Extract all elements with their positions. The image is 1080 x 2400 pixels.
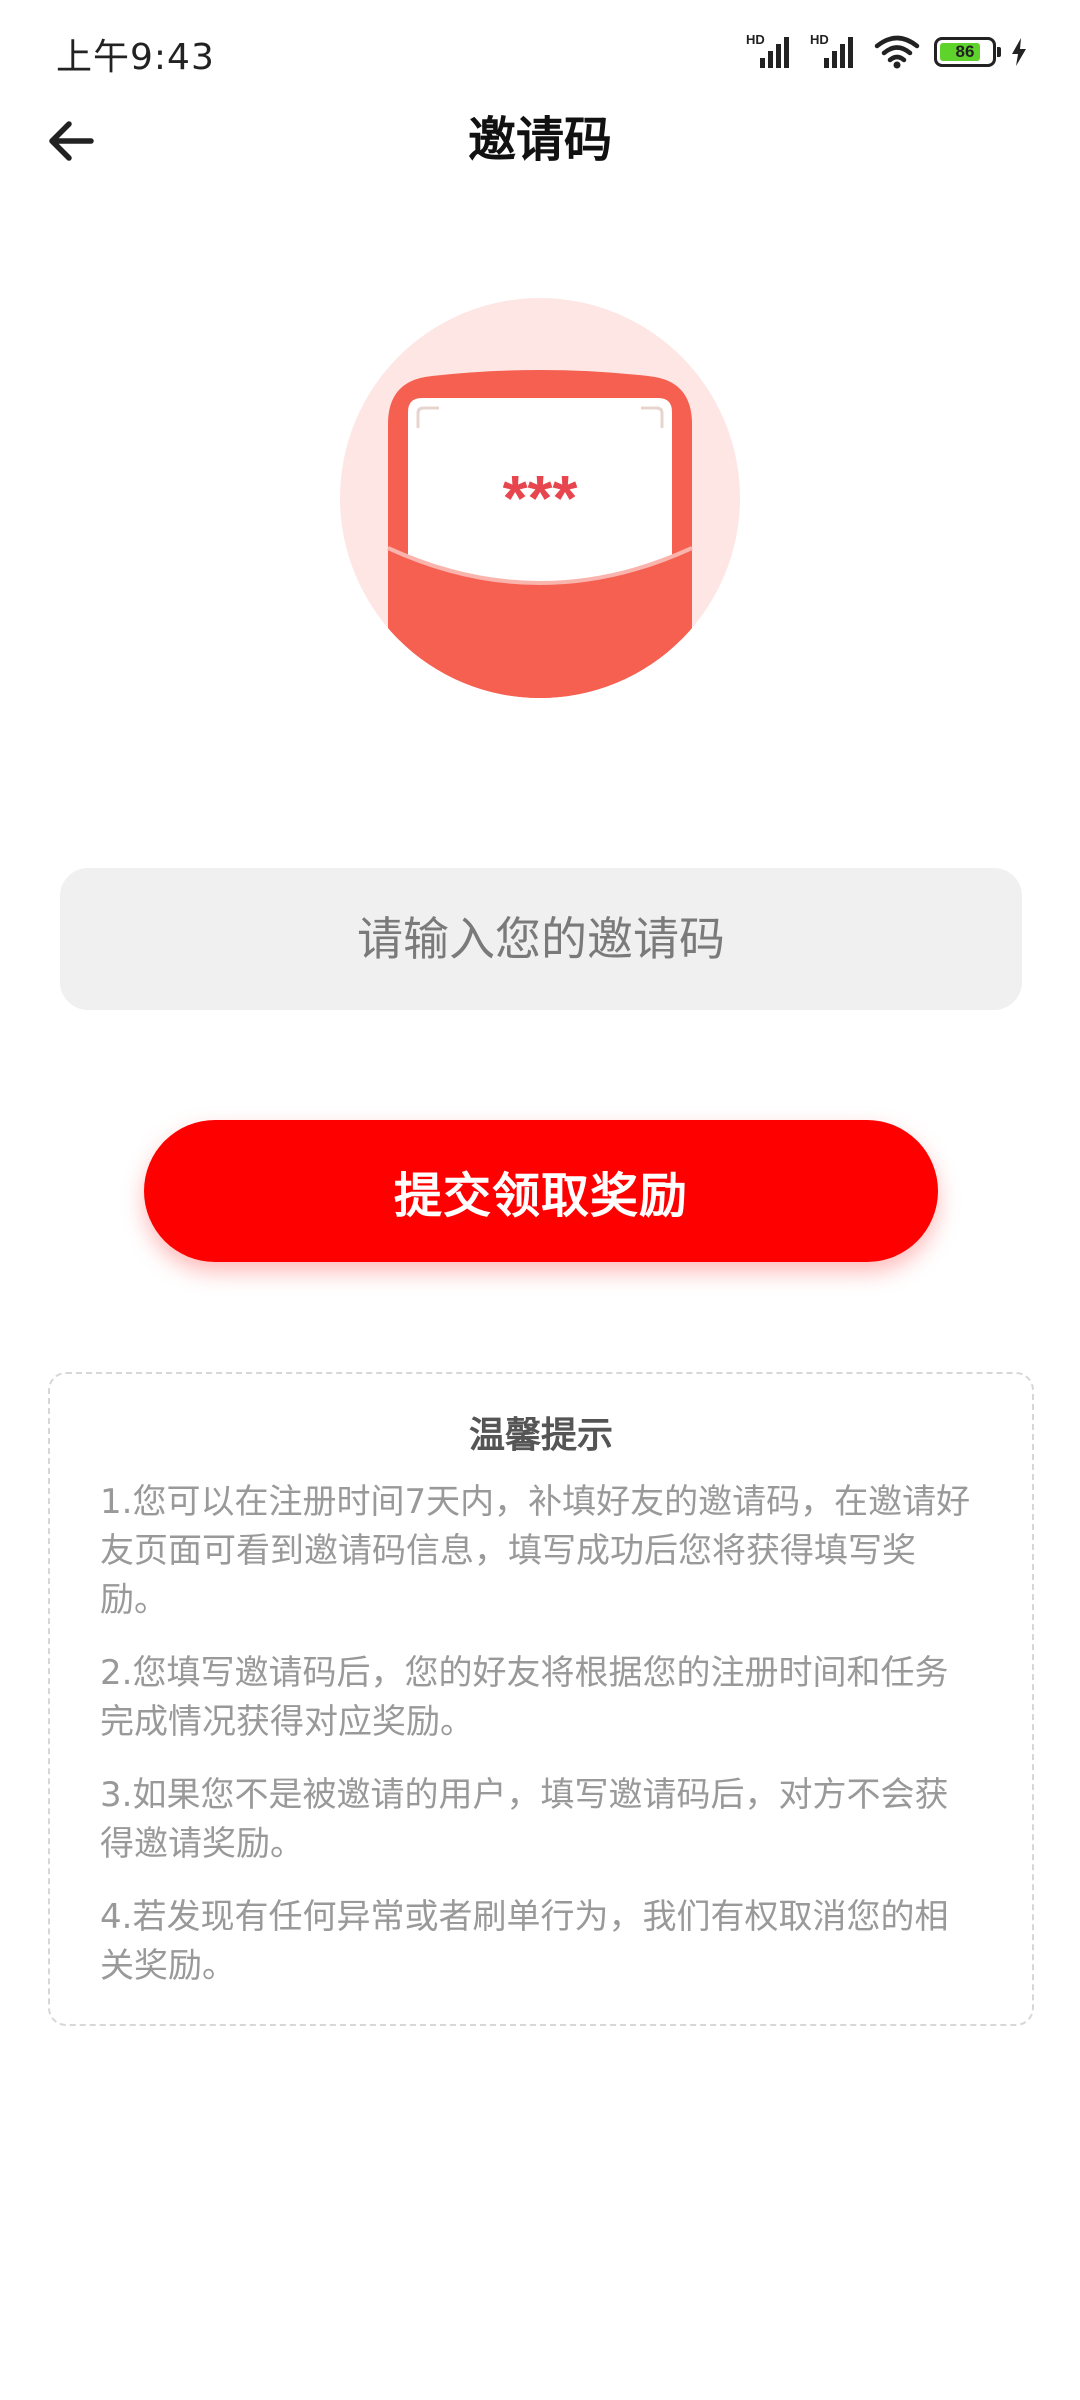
status-bar: 上午9:43 HD HD 86	[0, 0, 1080, 100]
submit-reward-button[interactable]: 提交领取奖励	[144, 1120, 938, 1262]
tip-item: 1.您可以在注册时间7天内，补填好友的邀请码，在邀请好友页面可看到邀请码信息，填…	[100, 1482, 971, 1620]
arrow-left-icon	[49, 121, 94, 161]
charging-icon	[1012, 38, 1026, 66]
back-button[interactable]	[36, 106, 106, 176]
signal-icon: HD	[746, 32, 796, 72]
code-mask: ***	[503, 462, 578, 534]
signal-icon: HD	[810, 32, 860, 72]
tips-box: 温馨提示 1.您可以在注册时间7天内，补填好友的邀请码，在邀请好友页面可看到邀请…	[48, 1372, 1034, 2026]
tip-item: 4.若发现有任何异常或者刷单行为，我们有权取消您的相关奖励。	[100, 1897, 949, 1986]
signal-hd-label: HD	[746, 32, 765, 47]
signal-hd-label: HD	[810, 32, 829, 47]
wifi-icon	[874, 35, 920, 69]
status-time: 上午9:43	[56, 37, 215, 78]
battery-icon: 86	[934, 37, 1001, 67]
tip-item: 3.如果您不是被邀请的用户，填写邀请码后，对方不会获得邀请奖励。	[100, 1775, 949, 1864]
invite-illustration: ***	[340, 298, 740, 698]
invite-code-input[interactable]	[60, 868, 1022, 1010]
header: 邀请码	[0, 100, 1080, 180]
status-icons: HD HD 86	[746, 30, 1028, 74]
tips-title: 温馨提示	[468, 1415, 613, 1456]
invite-code-page: 上午9:43 HD HD 86 邀请码 *** 请输入您的邀请码 提交领取奖励 …	[0, 0, 1080, 2400]
page-title: 邀请码	[467, 112, 612, 168]
tip-item: 2.您填写邀请码后，您的好友将根据您的注册时间和任务完成情况获得对应奖励。	[100, 1653, 949, 1742]
battery-level: 86	[955, 42, 975, 61]
